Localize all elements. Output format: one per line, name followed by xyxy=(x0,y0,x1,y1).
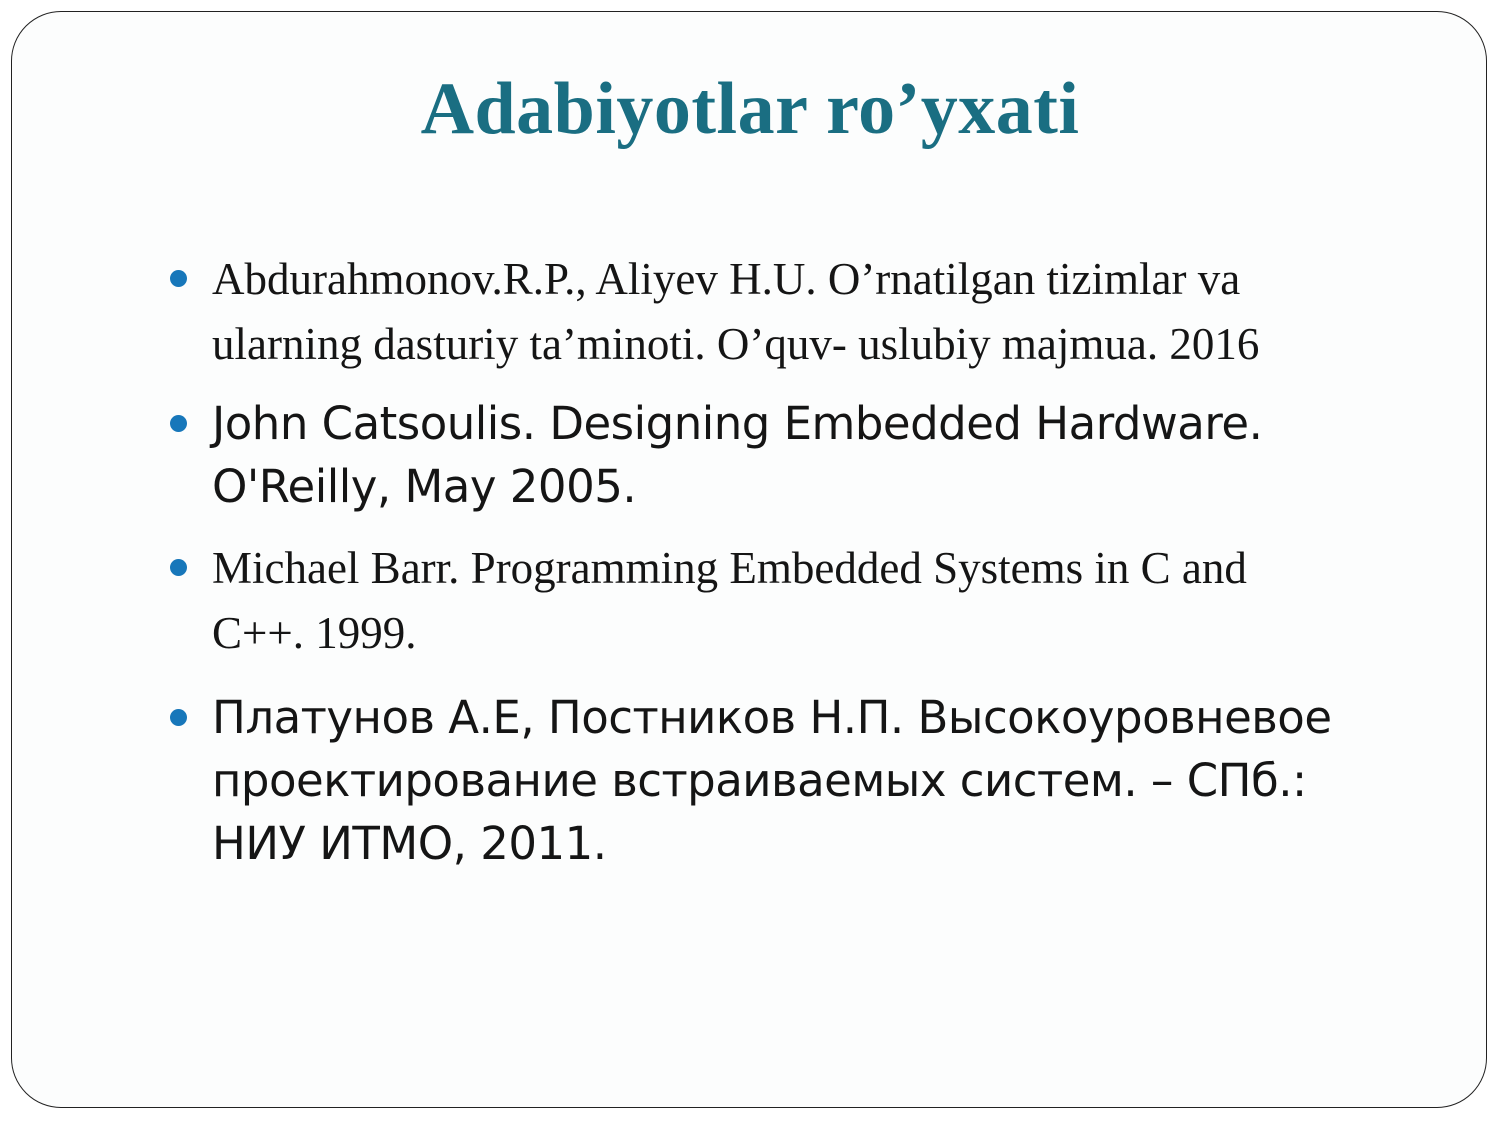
bullet-dot-icon xyxy=(170,415,187,432)
reference-line: C++. 1999. xyxy=(212,608,417,658)
reference-line: Платунов А.Е, Постников Н.П. Высокоуровн… xyxy=(212,691,1332,744)
reference-item: Платунов А.Е, Постников Н.П. Высокоуровн… xyxy=(170,686,1400,875)
slide-title: Adabiyotlar ro’yxati xyxy=(420,68,1080,150)
reference-list: Abdurahmonov.R.P., Aliyev H.U. O’rnatilg… xyxy=(170,247,1400,875)
reference-line: Michael Barr. Programming Embedded Syste… xyxy=(212,543,1247,593)
reference-item: Michael Barr. Programming Embedded Syste… xyxy=(170,536,1400,666)
reference-line: John Catsoulis. Designing Embedded Hardw… xyxy=(212,397,1263,450)
reference-line: проектирование встраиваемых систем. – СП… xyxy=(212,754,1307,807)
reference-line: НИУ ИТМО, 2011. xyxy=(212,817,607,870)
reference-line: Abdurahmonov.R.P., Aliyev H.U. O’rnatilg… xyxy=(212,254,1241,304)
reference-line: O'Reilly, May 2005. xyxy=(212,460,637,513)
bullet-dot-icon xyxy=(170,559,187,576)
bullet-dot-icon xyxy=(170,709,187,726)
reference-line: ularning dasturiy ta’minoti. O’quv- uslu… xyxy=(212,319,1260,369)
bullet-dot-icon xyxy=(170,270,187,287)
reference-item: Abdurahmonov.R.P., Aliyev H.U. O’rnatilg… xyxy=(170,247,1400,377)
reference-item: John Catsoulis. Designing Embedded Hardw… xyxy=(170,392,1400,518)
